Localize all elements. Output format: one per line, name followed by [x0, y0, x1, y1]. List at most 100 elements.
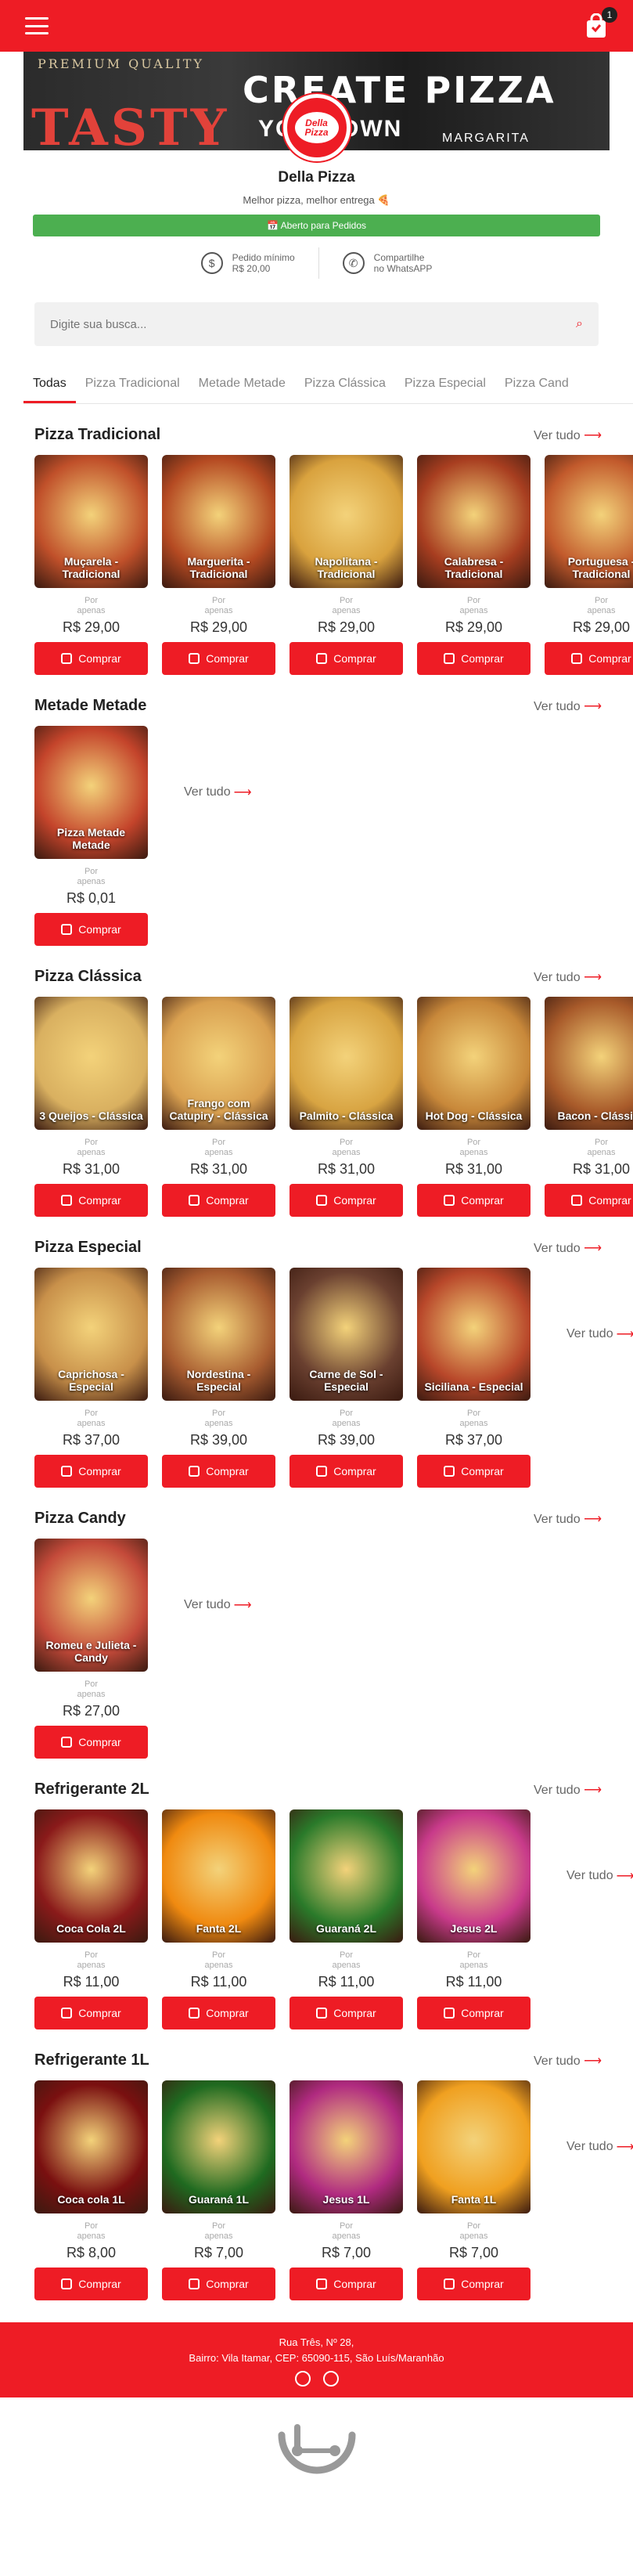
- product-name: Siciliana - Especial: [424, 1380, 523, 1393]
- product-image[interactable]: Guaraná 2L: [290, 1809, 403, 1943]
- buy-button[interactable]: Comprar: [162, 1455, 275, 1488]
- product-image[interactable]: Bacon - Clássica: [545, 997, 633, 1130]
- product-image[interactable]: Coca cola 1L: [34, 2080, 148, 2213]
- search-input[interactable]: [50, 317, 577, 331]
- product-image[interactable]: Muçarela - Tradicional: [34, 455, 148, 588]
- product-image[interactable]: Napolitana - Tradicional: [290, 455, 403, 588]
- buy-button[interactable]: Comprar: [290, 642, 403, 675]
- buy-button[interactable]: Comprar: [34, 642, 148, 675]
- tab-todas[interactable]: Todas: [23, 370, 76, 403]
- product-card[interactable]: Siciliana - Especial Por apenas R$ 37,00 Com…: [417, 1268, 530, 1488]
- see-all-link[interactable]: Ver tudo ⟶: [534, 428, 602, 443]
- product-card[interactable]: Romeu e Julieta - Candy Por apenas R$ 27,00…: [34, 1539, 148, 1759]
- product-card[interactable]: Bacon - Clássica Porapenas R$ 31,00 Comprar: [545, 997, 633, 1217]
- product-card[interactable]: Hot Dog - Clássica Por apenas R$ 31,00 Compr…: [417, 997, 530, 1217]
- see-all-link[interactable]: Ver tudo ⟶: [534, 2053, 602, 2069]
- buy-button[interactable]: Comprar: [290, 1997, 403, 2029]
- product-image[interactable]: Nordestina - Especial: [162, 1268, 275, 1401]
- product-card[interactable]: Fanta 1L Por apenas R$ 7,00 Comprar: [417, 2080, 530, 2300]
- menu-icon[interactable]: [25, 17, 49, 34]
- product-card[interactable]: Marguerita - Tradicional Por apenas R$ 29,0…: [162, 455, 275, 675]
- product-card[interactable]: Frango com Catupiry - Clássica Por apenas R…: [162, 997, 275, 1217]
- buy-button[interactable]: Comprar: [162, 642, 275, 675]
- tab-pizza-candy[interactable]: Pizza Cand: [495, 370, 578, 403]
- product-image[interactable]: Marguerita - Tradicional: [162, 455, 275, 588]
- buy-button[interactable]: Comprar: [162, 1997, 275, 2029]
- product-card[interactable]: Jesus 1L Por apenas R$ 7,00 Comprar: [290, 2080, 403, 2300]
- buy-label: Comprar: [206, 2007, 249, 2019]
- product-image[interactable]: Hot Dog - Clássica: [417, 997, 530, 1130]
- buy-button[interactable]: Comprar: [34, 2268, 148, 2300]
- see-all-link[interactable]: Ver tudo ⟶: [534, 969, 602, 985]
- whatsapp-icon[interactable]: [294, 2371, 311, 2387]
- buy-button[interactable]: Comprar: [290, 1455, 403, 1488]
- product-card[interactable]: Coca Cola 2L Por apenas R$ 11,00 Comprar: [34, 1809, 148, 2029]
- product-card[interactable]: Pizza Metade Metade Por apenas R$ 0,01 Compr…: [34, 726, 148, 946]
- product-image[interactable]: Jesus 2L: [417, 1809, 530, 1943]
- product-card[interactable]: Fanta 2L Por apenas R$ 11,00 Comprar: [162, 1809, 275, 2029]
- product-image[interactable]: Coca Cola 2L: [34, 1809, 148, 1943]
- buy-button[interactable]: Comprar: [417, 1184, 530, 1217]
- buy-button[interactable]: Comprar: [34, 1726, 148, 1759]
- see-all-inline-link[interactable]: Ver tudo ⟶: [545, 2080, 633, 2213]
- product-image[interactable]: Jesus 1L: [290, 2080, 403, 2213]
- product-price: R$ 31,00: [189, 1161, 248, 1177]
- buy-button[interactable]: Comprar: [545, 1184, 633, 1217]
- product-card[interactable]: Nordestina - Especial Por apenas R$ 39,00 Co…: [162, 1268, 275, 1488]
- product-card[interactable]: Jesus 2L Por apenas R$ 11,00 Comprar: [417, 1809, 530, 2029]
- product-image[interactable]: Siciliana - Especial: [417, 1268, 530, 1401]
- buy-button[interactable]: Comprar: [34, 1455, 148, 1488]
- see-all-inline-link[interactable]: Ver tudo ⟶: [545, 1268, 633, 1401]
- product-image[interactable]: Calabresa - Tradicional: [417, 455, 530, 588]
- buy-button[interactable]: Comprar: [34, 1997, 148, 2029]
- product-card[interactable]: Guaraná 1L Por apenas R$ 7,00 Comprar: [162, 2080, 275, 2300]
- instagram-icon[interactable]: [322, 2371, 339, 2387]
- see-all-link[interactable]: Ver tudo ⟶: [534, 1782, 602, 1798]
- share-whatsapp-link[interactable]: ✆ Compartilhe no WhatsAPP: [342, 247, 432, 279]
- buy-button[interactable]: Comprar: [290, 2268, 403, 2300]
- product-card[interactable]: Guaraná 2L Por apenas R$ 11,00 Comprar: [290, 1809, 403, 2029]
- product-image[interactable]: Romeu e Julieta - Candy: [34, 1539, 148, 1672]
- cart-button[interactable]: 1: [584, 7, 617, 38]
- tab-pizza-classica[interactable]: Pizza Clássica: [295, 370, 395, 403]
- product-image[interactable]: Guaraná 1L: [162, 2080, 275, 2213]
- buy-button[interactable]: Comprar: [290, 1184, 403, 1217]
- product-image[interactable]: Palmito - Clássica: [290, 997, 403, 1130]
- buy-button[interactable]: Comprar: [417, 1455, 530, 1488]
- buy-button[interactable]: Comprar: [545, 642, 633, 675]
- see-all-inline-link[interactable]: Ver tudo ⟶: [162, 726, 252, 859]
- product-card[interactable]: Caprichosa - Especial Por apenas R$ 37,00 Co…: [34, 1268, 148, 1488]
- product-card[interactable]: Napolitana - Tradicional Por apenas R$ 29,0…: [290, 455, 403, 675]
- product-card[interactable]: Palmito - Clássica Por apenas R$ 31,00 Compr…: [290, 997, 403, 1217]
- product-image[interactable]: Portuguesa - Tradicional: [545, 455, 633, 588]
- buy-button[interactable]: Comprar: [162, 2268, 275, 2300]
- product-image[interactable]: Fanta 1L: [417, 2080, 530, 2213]
- see-all-inline-link[interactable]: Ver tudo ⟶: [545, 1809, 633, 1943]
- tab-pizza-tradicional[interactable]: Pizza Tradicional: [76, 370, 189, 403]
- product-image[interactable]: Frango com Catupiry - Clássica: [162, 997, 275, 1130]
- buy-button[interactable]: Comprar: [34, 1184, 148, 1217]
- product-card[interactable]: 3 Queijos - Clássica Por apenas R$ 31,00 Com…: [34, 997, 148, 1217]
- buy-button[interactable]: Comprar: [162, 1184, 275, 1217]
- buy-button[interactable]: Comprar: [417, 2268, 530, 2300]
- product-card[interactable]: Calabresa - Tradicional Por apenas R$ 29,00…: [417, 455, 530, 675]
- see-all-link[interactable]: Ver tudo ⟶: [534, 1240, 602, 1256]
- product-card[interactable]: Coca cola 1L Por apenas R$ 8,00 Comprar: [34, 2080, 148, 2300]
- see-all-link[interactable]: Ver tudo ⟶: [534, 1511, 602, 1527]
- buy-button[interactable]: Comprar: [417, 642, 530, 675]
- product-image[interactable]: Caprichosa - Especial: [34, 1268, 148, 1401]
- tab-metade-metade[interactable]: Metade Metade: [189, 370, 295, 403]
- product-image[interactable]: Fanta 2L: [162, 1809, 275, 1943]
- product-image[interactable]: Carne de Sol - Especial: [290, 1268, 403, 1401]
- product-card[interactable]: Portuguesa - Tradicional Por apenas R$ 29,0…: [545, 455, 633, 675]
- buy-button[interactable]: Comprar: [417, 1997, 530, 2029]
- product-card[interactable]: Muçarela - Tradicional Por apenas R$ 29,00 C…: [34, 455, 148, 675]
- see-all-link[interactable]: Ver tudo ⟶: [534, 698, 602, 714]
- see-all-inline-link[interactable]: Ver tudo ⟶: [162, 1539, 252, 1672]
- product-image[interactable]: Pizza Metade Metade: [34, 726, 148, 859]
- product-card[interactable]: Carne de Sol - Especial Por apenas R$ 39,00…: [290, 1268, 403, 1488]
- product-image[interactable]: 3 Queijos - Clássica: [34, 997, 148, 1130]
- tab-pizza-especial[interactable]: Pizza Especial: [395, 370, 495, 403]
- search-icon[interactable]: ⌕: [576, 317, 583, 331]
- buy-button[interactable]: Comprar: [34, 913, 148, 946]
